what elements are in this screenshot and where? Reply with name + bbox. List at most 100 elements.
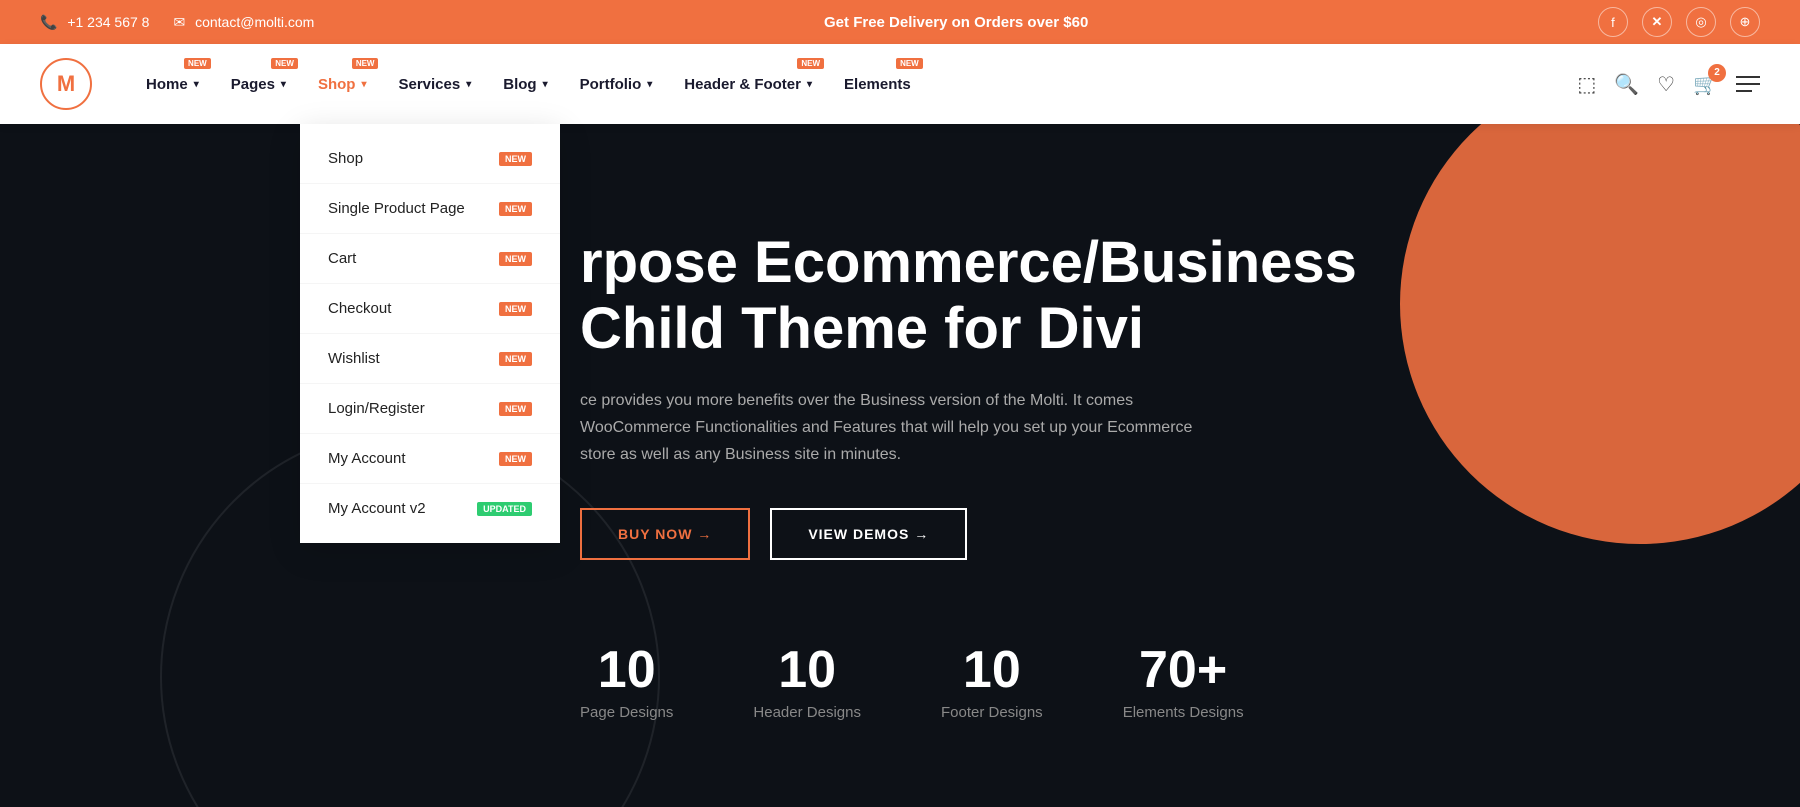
hero-content: rpose Ecommerce/Business Child Theme for… <box>0 124 1800 807</box>
dropdown-item-checkout[interactable]: Checkout NEW <box>300 284 560 334</box>
buy-now-button[interactable]: BUY NOW → <box>580 508 750 560</box>
hero-title-line2: Child Theme for Divi <box>580 296 1144 361</box>
my-account-v2-badge: UPDATED <box>477 502 532 516</box>
site-logo[interactable]: M <box>40 58 92 110</box>
stat-elements-designs: 70+ Elements Designs <box>1123 640 1244 721</box>
social-links: f ✕ ◎ ⊕ <box>1598 7 1760 37</box>
hero-section: rpose Ecommerce/Business Child Theme for… <box>0 124 1800 807</box>
hero-title: rpose Ecommerce/Business Child Theme for… <box>580 230 1740 363</box>
nav-home-label: Home <box>146 76 188 93</box>
shop-dropdown: Shop NEW Single Product Page NEW Cart NE… <box>300 124 560 543</box>
cart-button[interactable]: 🛒 2 <box>1693 72 1718 97</box>
stat-elements-designs-number: 70+ <box>1123 640 1244 700</box>
dropdown-checkout-label: Checkout <box>328 300 391 317</box>
hero-buttons: BUY NOW → VIEW DEMOS → <box>580 508 1740 560</box>
stat-footer-designs-label: Footer Designs <box>941 704 1043 721</box>
dropdown-my-account-v2-label: My Account v2 <box>328 500 426 517</box>
phone-icon: 📞 <box>40 14 57 30</box>
chevron-down-icon: ▾ <box>361 79 366 90</box>
my-account-badge: NEW <box>499 452 532 466</box>
nav-services-label: Services <box>398 76 460 93</box>
hero-description: ce provides you more benefits over the B… <box>580 387 1200 469</box>
dribbble-icon[interactable]: ⊕ <box>1730 7 1760 37</box>
view-demos-button[interactable]: VIEW DEMOS → <box>770 508 967 560</box>
dropdown-item-my-account[interactable]: My Account NEW <box>300 434 560 484</box>
nav-elements-label: Elements <box>844 76 911 93</box>
single-product-badge: NEW <box>499 202 532 216</box>
checkout-badge: NEW <box>499 302 532 316</box>
promo-text: Get Free Delivery on Orders over $60 <box>824 14 1088 31</box>
dropdown-shop-label: Shop <box>328 150 363 167</box>
top-bar: 📞 +1 234 567 8 ✉ contact@molti.com Get F… <box>0 0 1800 44</box>
dropdown-cart-label: Cart <box>328 250 356 267</box>
logo-letter: M <box>57 71 75 97</box>
instagram-icon[interactable]: ◎ <box>1686 7 1716 37</box>
dropdown-single-product-label: Single Product Page <box>328 200 465 217</box>
dropdown-item-single-product[interactable]: Single Product Page NEW <box>300 184 560 234</box>
nav-menu: Home ▾ NEW Pages ▾ NEW Shop ▾ NEW Servic… <box>132 44 1577 124</box>
nav-header-footer-label: Header & Footer <box>684 76 801 93</box>
dropdown-my-account-label: My Account <box>328 450 406 467</box>
stat-elements-designs-label: Elements Designs <box>1123 704 1244 721</box>
nav-item-header-footer[interactable]: Header & Footer ▾ NEW <box>670 44 826 124</box>
email-icon: ✉ <box>173 14 185 30</box>
dropdown-item-cart[interactable]: Cart NEW <box>300 234 560 284</box>
elements-new-badge: NEW <box>896 58 923 69</box>
nav-portfolio-label: Portfolio <box>580 76 642 93</box>
stat-header-designs: 10 Header Designs <box>753 640 861 721</box>
hero-title-line1: rpose Ecommerce/Business <box>580 230 1357 295</box>
nav-blog-label: Blog <box>503 76 536 93</box>
hamburger-line-1 <box>1736 76 1760 78</box>
email-contact[interactable]: ✉ contact@molti.com <box>173 14 314 31</box>
chevron-down-icon: ▾ <box>807 79 812 90</box>
shop-new-badge: NEW <box>352 58 379 69</box>
stat-page-designs-label: Page Designs <box>580 704 673 721</box>
nav-item-shop[interactable]: Shop ▾ NEW <box>304 44 381 124</box>
nav-pages-label: Pages <box>231 76 275 93</box>
login-register-badge: NEW <box>499 402 532 416</box>
nav-item-home[interactable]: Home ▾ NEW <box>132 44 213 124</box>
dropdown-item-login-register[interactable]: Login/Register NEW <box>300 384 560 434</box>
wishlist-button[interactable]: ♡ <box>1657 72 1675 97</box>
hamburger-menu[interactable] <box>1736 76 1760 92</box>
facebook-icon[interactable]: f <box>1598 7 1628 37</box>
pages-new-badge: NEW <box>271 58 298 69</box>
dropdown-item-wishlist[interactable]: Wishlist NEW <box>300 334 560 384</box>
dropdown-login-register-label: Login/Register <box>328 400 425 417</box>
phone-contact[interactable]: 📞 +1 234 567 8 <box>40 14 149 31</box>
hero-stats: 10 Page Designs 10 Header Designs 10 Foo… <box>580 640 1740 721</box>
stat-footer-designs-number: 10 <box>941 640 1043 700</box>
top-bar-contacts: 📞 +1 234 567 8 ✉ contact@molti.com <box>40 14 314 31</box>
dropdown-item-shop[interactable]: Shop NEW <box>300 134 560 184</box>
nav-item-portfolio[interactable]: Portfolio ▾ <box>566 44 667 124</box>
search-button[interactable]: 🔍 <box>1614 72 1639 97</box>
dropdown-wishlist-label: Wishlist <box>328 350 380 367</box>
dropdown-item-my-account-v2[interactable]: My Account v2 UPDATED <box>300 484 560 533</box>
chevron-down-icon: ▾ <box>647 79 652 90</box>
home-new-badge: NEW <box>184 58 211 69</box>
chevron-down-icon: ▾ <box>466 79 471 90</box>
cart-badge: NEW <box>499 252 532 266</box>
nav-item-blog[interactable]: Blog ▾ <box>489 44 561 124</box>
twitter-x-icon[interactable]: ✕ <box>1642 7 1672 37</box>
nav-actions: ⬚ 🔍 ♡ 🛒 2 <box>1577 72 1760 97</box>
cart-count-badge: 2 <box>1708 64 1726 82</box>
stat-page-designs-number: 10 <box>580 640 673 700</box>
nav-item-pages[interactable]: Pages ▾ NEW <box>217 44 300 124</box>
chevron-down-icon: ▾ <box>543 79 548 90</box>
chevron-down-icon: ▾ <box>194 79 199 90</box>
stat-page-designs: 10 Page Designs <box>580 640 673 721</box>
stat-header-designs-label: Header Designs <box>753 704 861 721</box>
stat-footer-designs: 10 Footer Designs <box>941 640 1043 721</box>
hamburger-line-3 <box>1736 90 1752 92</box>
main-navigation: M Home ▾ NEW Pages ▾ NEW Shop ▾ NEW Serv… <box>0 44 1800 124</box>
hamburger-line-2 <box>1736 83 1760 85</box>
chevron-down-icon: ▾ <box>281 79 286 90</box>
nav-shop-label: Shop <box>318 76 356 93</box>
nav-item-elements[interactable]: Elements NEW <box>830 44 925 124</box>
shop-badge: NEW <box>499 152 532 166</box>
login-button[interactable]: ⬚ <box>1577 72 1596 97</box>
stat-header-designs-number: 10 <box>753 640 861 700</box>
header-footer-new-badge: NEW <box>797 58 824 69</box>
nav-item-services[interactable]: Services ▾ <box>384 44 485 124</box>
